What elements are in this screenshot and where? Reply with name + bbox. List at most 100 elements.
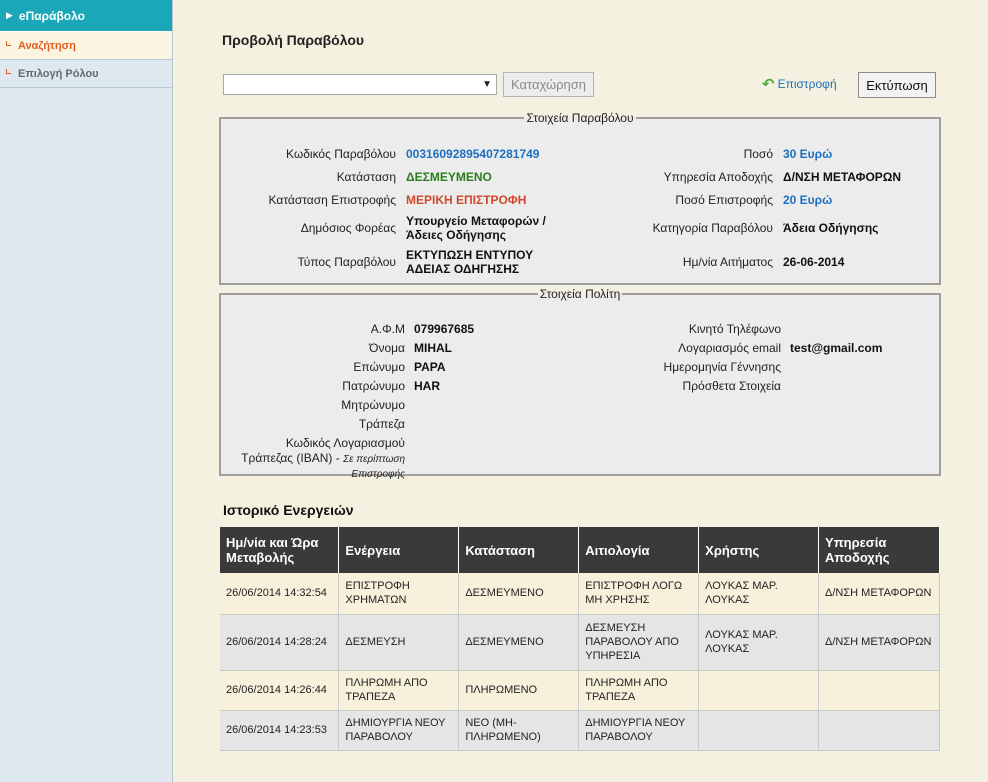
main-content: Προβολή Παραβόλου ▼ Καταχώρηση ↶ Επιστρο… bbox=[173, 0, 988, 782]
refund-status-value: ΜΕΡΙΚΗ ΕΠΙΣΤΡΟΦΗ bbox=[406, 193, 527, 207]
col-header-service: Υπηρεσία Αποδοχής bbox=[818, 527, 940, 573]
accepting-service-value: Δ/ΝΣΗ ΜΕΤΑΦΟΡΩΝ bbox=[783, 170, 902, 184]
history-title: Ιστορικό Ενεργειών bbox=[223, 502, 354, 518]
father-name-label: Πατρώνυμο bbox=[342, 379, 405, 393]
email-value: test@gmail.com bbox=[790, 341, 883, 355]
mobile-label: Κινητό Τηλέφωνο bbox=[688, 322, 781, 336]
sidebar: ▶ eΠαράβολο Αναζήτηση Επιλογή Ρόλου bbox=[0, 0, 173, 782]
fee-status-label: Κατάσταση bbox=[336, 170, 396, 184]
extra-info-label: Πρόσθετα Στοιχεία bbox=[682, 379, 781, 393]
fee-status-value: ΔΕΣΜΕΥΜΕΝΟ bbox=[406, 170, 492, 184]
cell-action: ΔΕΣΜΕΥΣΗ bbox=[338, 614, 460, 671]
iban-label: Κωδικός Λογαριασμού Τράπεζας (IBAN) - Σε… bbox=[241, 436, 405, 482]
cell-reason: ΠΛΗΡΩΜΗ ΑΠΟ ΤΡΑΠΕΖΑ bbox=[578, 670, 700, 711]
birth-date-label: Ημερομηνία Γέννησης bbox=[663, 360, 781, 374]
citizen-details-panel: Στοιχεία Πολίτη Α.Φ.Μ 079967685 Όνομα MI… bbox=[219, 287, 941, 480]
iban-label-text: Τράπεζας (IBAN) - bbox=[241, 451, 340, 465]
cell-datetime: 26/06/2014 14:32:54 bbox=[220, 573, 340, 615]
mother-name-label: Μητρώνυμο bbox=[341, 398, 405, 412]
caret-right-icon: ▶ bbox=[6, 10, 13, 20]
fee-details-legend: Στοιχεία Παραβόλου bbox=[526, 111, 634, 125]
email-label: Λογαριασμός email bbox=[678, 341, 781, 355]
request-date-label: Ημ/νία Αιτήματος bbox=[682, 255, 773, 269]
cell-datetime: 26/06/2014 14:26:44 bbox=[220, 670, 340, 711]
cell-datetime: 26/06/2014 14:28:24 bbox=[220, 614, 340, 671]
back-link-label: Επιστροφή bbox=[777, 77, 837, 91]
refund-status-label: Κατάσταση Επιστροφής bbox=[268, 193, 396, 207]
citizen-details-legend: Στοιχεία Πολίτη bbox=[539, 287, 621, 301]
print-button[interactable]: Εκτύπωση bbox=[858, 72, 936, 98]
iban-label-line1: Κωδικός Λογαριασμού bbox=[285, 436, 405, 450]
afm-value: 079967685 bbox=[414, 322, 475, 336]
iban-note-line2: Επιστροφής bbox=[351, 469, 405, 480]
action-select[interactable]: ▼ bbox=[223, 74, 497, 95]
cell-user: ΛΟΥΚΑΣ ΜΑΡ. ΛΟΥΚΑΣ bbox=[698, 573, 820, 615]
cell-service bbox=[818, 710, 940, 751]
fee-type-line2: ΑΔΕΙΑΣ ΟΔΗΓΗΣΗΣ bbox=[406, 262, 520, 276]
table-row: 26/06/2014 14:32:54 ΕΠΙΣΤΡΟΦΗ ΧΡΗΜΑΤΩΝ Δ… bbox=[220, 573, 940, 615]
back-link[interactable]: ↶ Επιστροφή bbox=[762, 75, 837, 93]
public-body-line1: Υπουργείο Μεταφορών / bbox=[406, 214, 546, 228]
cell-action: ΕΠΙΣΤΡΟΦΗ ΧΡΗΜΑΤΩΝ bbox=[338, 573, 460, 615]
cell-status: ΔΕΣΜΕΥΜΕΝΟ bbox=[458, 614, 580, 671]
cell-reason: ΔΗΜΙΟΥΡΓΙΑ ΝΕΟΥ ΠΑΡΑΒΟΛΟΥ bbox=[578, 710, 700, 751]
cell-user bbox=[698, 670, 820, 711]
sidebar-item-search[interactable]: Αναζήτηση bbox=[0, 32, 172, 60]
undo-arrow-icon: ↶ bbox=[762, 76, 775, 93]
cell-service bbox=[818, 670, 940, 711]
cell-user: ΛΟΥΚΑΣ ΜΑΡ. ΛΟΥΚΑΣ bbox=[698, 614, 820, 671]
surname-value: PAPA bbox=[414, 360, 446, 374]
cell-reason: ΔΕΣΜΕΥΣΗ ΠΑΡΑΒΟΛΟΥ ΑΠΟ ΥΠΗΡΕΣΙΑ bbox=[578, 614, 700, 671]
col-header-status: Κατάσταση bbox=[458, 527, 580, 573]
fee-category-value: Άδεια Οδήγησης bbox=[783, 221, 879, 235]
fee-category-label: Κατηγορία Παραβόλου bbox=[652, 221, 773, 235]
register-button[interactable]: Καταχώρηση bbox=[503, 72, 594, 97]
sidebar-header-label: eΠαράβολο bbox=[18, 8, 85, 23]
table-row: 26/06/2014 14:26:44 ΠΛΗΡΩΜΗ ΑΠΟ ΤΡΑΠΕΖΑ … bbox=[220, 670, 940, 711]
fee-code-label: Κωδικός Παραβόλου bbox=[286, 147, 396, 161]
cell-status: ΝΕΟ (ΜΗ-ΠΛΗΡΩΜΕΝΟ) bbox=[458, 710, 580, 751]
cell-datetime: 26/06/2014 14:23:53 bbox=[220, 710, 340, 751]
col-header-reason: Αιτιολογία bbox=[578, 527, 700, 573]
corner-icon bbox=[6, 41, 11, 46]
fee-type-value: ΕΚΤΥΠΩΣΗ ΕΝΤΥΠΟΥ ΑΔΕΙΑΣ ΟΔΗΓΗΣΗΣ bbox=[406, 248, 533, 276]
public-body-value: Υπουργείο Μεταφορών / Άδειες Οδήγησης bbox=[406, 214, 546, 242]
table-row: 26/06/2014 14:23:53 ΔΗΜΙΟΥΡΓΙΑ ΝΕΟΥ ΠΑΡΑ… bbox=[220, 710, 940, 751]
table-row: 26/06/2014 14:28:24 ΔΕΣΜΕΥΣΗ ΔΕΣΜΕΥΜΕΝΟ … bbox=[220, 614, 940, 671]
sidebar-header[interactable]: ▶ eΠαράβολο bbox=[0, 0, 172, 32]
fee-code-value: 00316092895407281749 bbox=[406, 147, 540, 161]
cell-service: Δ/ΝΣΗ ΜΕΤΑΦΟΡΩΝ bbox=[818, 614, 940, 671]
public-body-line2: Άδειες Οδήγησης bbox=[406, 228, 506, 242]
col-header-action: Ενέργεια bbox=[338, 527, 460, 573]
iban-label-line2: Τράπεζας (IBAN) - Σε περίπτωση bbox=[241, 451, 405, 467]
surname-label: Επώνυμο bbox=[353, 360, 405, 374]
sidebar-item-label: Αναζήτηση bbox=[18, 39, 76, 52]
bank-label: Τράπεζα bbox=[358, 417, 405, 431]
refund-amount-label: Ποσό Επιστροφής bbox=[675, 193, 773, 207]
sidebar-item-label: Επιλογή Ρόλου bbox=[18, 67, 99, 80]
first-name-value: MIHAL bbox=[414, 341, 452, 355]
col-header-datetime: Ημ/νία και Ώρα Μεταβολής bbox=[220, 527, 340, 573]
cell-service: Δ/ΝΣΗ ΜΕΤΑΦΟΡΩΝ bbox=[818, 573, 940, 615]
father-name-value: HAR bbox=[414, 379, 440, 393]
fee-type-line1: ΕΚΤΥΠΩΣΗ ΕΝΤΥΠΟΥ bbox=[406, 248, 534, 262]
refund-amount-value: 20 Ευρώ bbox=[783, 193, 833, 207]
sidebar-item-role-select[interactable]: Επιλογή Ρόλου bbox=[0, 60, 172, 88]
corner-icon bbox=[6, 69, 11, 74]
history-header-row: Ημ/νία και Ώρα Μεταβολής Ενέργεια Κατάστ… bbox=[220, 527, 940, 573]
page-title: Προβολή Παραβόλου bbox=[222, 32, 365, 48]
afm-label: Α.Φ.Μ bbox=[370, 322, 405, 336]
col-header-user: Χρήστης bbox=[698, 527, 820, 573]
fee-details-panel: Στοιχεία Παραβόλου Κωδικός Παραβόλου 003… bbox=[219, 111, 941, 285]
first-name-label: Όνομα bbox=[369, 341, 405, 355]
amount-value: 30 Ευρώ bbox=[783, 147, 833, 161]
cell-status: ΔΕΣΜΕΥΜΕΝΟ bbox=[458, 573, 580, 615]
iban-note-line1: Σε περίπτωση bbox=[343, 454, 405, 465]
cell-user bbox=[698, 710, 820, 751]
fee-type-label: Τύπος Παραβόλου bbox=[297, 255, 396, 269]
dropdown-arrow-icon: ▼ bbox=[482, 79, 492, 90]
history-table: Ημ/νία και Ώρα Μεταβολής Ενέργεια Κατάστ… bbox=[220, 527, 940, 751]
public-body-label: Δημόσιος Φορέας bbox=[300, 221, 396, 235]
request-date-value: 26-06-2014 bbox=[783, 255, 845, 269]
cell-action: ΔΗΜΙΟΥΡΓΙΑ ΝΕΟΥ ΠΑΡΑΒΟΛΟΥ bbox=[338, 710, 460, 751]
